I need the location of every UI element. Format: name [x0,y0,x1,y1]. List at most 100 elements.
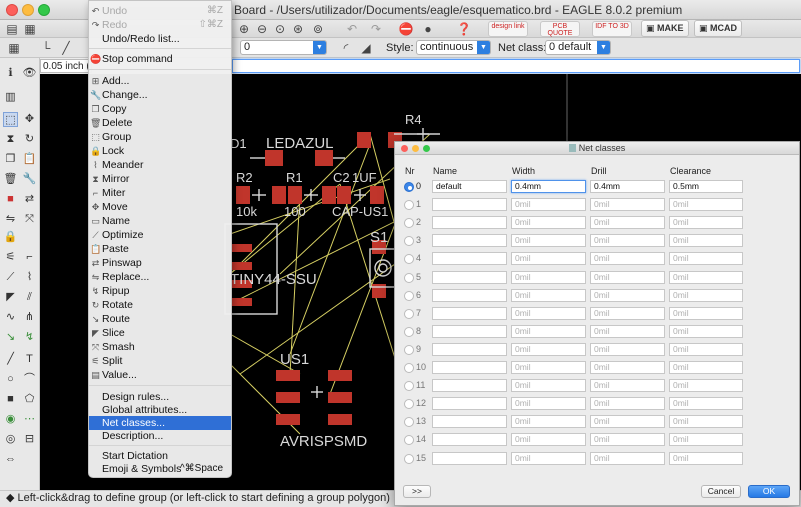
net-class-name-input[interactable] [432,433,507,447]
net-class-width-input[interactable]: 0mil [511,252,586,266]
net-class-clearance-input[interactable]: 0mil [669,397,743,411]
design-link-badge[interactable]: design link [488,21,528,37]
net-class-radio[interactable] [404,218,414,229]
net-class-name-input[interactable] [432,361,507,374]
meander-tool-icon[interactable]: ⌇ [22,270,37,285]
zoom-window-button[interactable] [38,4,50,16]
route-multi-tool-icon[interactable]: ⫽ [22,290,37,305]
menu-item-redo[interactable]: ↷ Redo ⇧⌘Z [89,18,231,32]
menu-item-rotate[interactable]: ↻ Rotate [89,298,231,312]
paste-tool-icon[interactable]: 📋 [22,152,37,167]
net-class-radio[interactable] [404,272,414,283]
zoom-in-icon[interactable]: ⊕ [236,21,252,37]
signal-tool-icon[interactable]: ⋯ [22,412,37,427]
info-icon[interactable]: ℹ [3,66,18,81]
net-class-width-input[interactable]: 0mil [511,288,586,302]
menu-item-undo-redo-list[interactable]: Undo/Redo list... [89,32,231,46]
net-class-clearance-input[interactable]: 0mil [669,270,743,284]
fanout-tool-icon[interactable]: ⋔ [22,310,37,325]
menu-item-add[interactable]: ⊞ Add... [89,74,231,88]
dialog-minimize-button[interactable] [412,145,419,152]
command-input[interactable] [232,59,800,73]
menu-item-delete[interactable]: 🗑 Delete [89,116,231,130]
net-class-clearance-input[interactable]: 0mil [669,288,743,302]
show-icon[interactable]: 👁 [22,66,37,81]
net-class-clearance-input[interactable]: 0mil [669,451,743,465]
text-tool-icon[interactable]: T [22,352,37,367]
dialog-zoom-button[interactable] [423,145,430,152]
redo-toolbar-icon[interactable]: ↷ [368,21,384,37]
ripup-tool-icon[interactable]: ↯ [22,330,37,345]
net-class-drill-input[interactable]: 0mil [590,306,665,320]
menu-item-optimize[interactable]: ⟋ Optimize [89,228,231,242]
replace-tool-icon[interactable]: ⇋ [3,212,18,227]
menu-item-group[interactable]: ⬚ Group [89,130,231,144]
zoom-select-icon[interactable]: ⊚ [310,21,326,37]
net-class-clearance-input[interactable]: 0.5mm [669,180,743,193]
net-class-width-input[interactable]: 0mil [511,270,586,284]
net-class-clearance-input[interactable]: 0mil [669,198,743,212]
net-class-clearance-input[interactable]: 0mil [669,324,743,338]
net-class-clearance-input[interactable]: 0mil [669,216,743,230]
zoom-fit-icon[interactable]: ⊙ [272,21,288,37]
net-class-drill-input[interactable]: 0mil [590,216,665,230]
menu-item-global-attributes[interactable]: Global attributes... [89,403,231,417]
net-class-name-input[interactable] [432,397,507,411]
net-class-name-input[interactable] [432,342,507,356]
net-class-drill-input[interactable]: 0mil [590,198,665,212]
net-class-name-input[interactable] [432,306,507,320]
flat-cap-icon[interactable]: ◢ [358,40,374,56]
rect-tool-icon[interactable]: ■ [3,392,18,407]
lock-tool-icon[interactable]: 🔒 [3,230,18,245]
ok-button[interactable]: OK [748,485,790,498]
net-class-radio[interactable] [404,453,414,464]
width-select[interactable]: 0 ▼ [240,40,327,55]
mirror-tool-icon[interactable]: ⧗ [3,132,18,147]
circle-tool-icon[interactable]: ○ [3,372,18,387]
menu-item-change[interactable]: 🔧 Change... [89,88,231,102]
net-class-width-input[interactable]: 0mil [511,234,586,248]
menu-item-net-classes[interactable]: Net classes... [89,416,231,430]
net-class-width-input[interactable]: 0mil [511,324,586,338]
net-class-name-input[interactable] [432,234,507,248]
minimize-window-button[interactable] [22,4,34,16]
wire-bend-icon[interactable]: └ [38,40,54,56]
mcad-button[interactable]: ▣ MCAD [694,20,743,37]
display-icon[interactable]: ▥ [3,90,18,105]
net-class-select[interactable]: 0 default ▼ [545,40,611,55]
menu-item-smash[interactable]: ⤧ Smash [89,340,231,354]
net-class-drill-input[interactable]: 0mil [590,451,665,465]
net-class-radio[interactable] [404,344,414,355]
net-class-name-input[interactable] [432,270,507,284]
net-class-drill-input[interactable]: 0mil [590,324,665,338]
help-icon[interactable]: ❓ [456,21,472,37]
wire-tool-icon[interactable]: ╱ [3,352,18,367]
add-tool-icon[interactable]: ■ [3,192,18,207]
save-icon[interactable]: ▦ [22,21,38,37]
undo-toolbar-icon[interactable]: ↶ [344,21,360,37]
net-class-drill-input[interactable]: 0mil [590,342,665,356]
net-class-clearance-input[interactable]: 0mil [669,234,743,248]
menu-item-pinswap[interactable]: ⇄ Pinswap [89,256,231,270]
net-class-width-input[interactable]: 0mil [511,415,586,429]
copy-tool-icon[interactable]: ❐ [3,152,18,167]
move-tool-icon[interactable]: ✥ [22,112,37,127]
menu-item-replace[interactable]: ⇋ Replace... [89,270,231,284]
dimension-tool-icon[interactable]: ⇔ [3,452,18,467]
net-class-name-input[interactable] [432,216,507,230]
net-class-drill-input[interactable]: 0mil [590,270,665,284]
net-class-width-input[interactable]: 0mil [511,342,586,356]
menu-item-copy[interactable]: ❐ Copy [89,102,231,116]
net-class-name-input[interactable] [432,415,507,429]
net-class-clearance-input[interactable]: 0mil [669,306,743,320]
net-class-width-input[interactable]: 0.4mm [511,180,586,193]
net-class-name-input[interactable] [432,379,507,393]
net-class-name-input[interactable]: default [432,180,507,193]
slice-tool-icon[interactable]: ◤ [3,290,18,305]
smash-tool-icon[interactable]: ⤧ [22,212,37,227]
pcb-quote-badge[interactable]: PCB QUOTE [540,21,580,37]
zoom-area-icon[interactable]: ⊛ [290,21,306,37]
menu-item-split[interactable]: ⚟ Split [89,354,231,368]
net-class-radio[interactable] [404,417,414,428]
grid-icon[interactable]: ▦ [6,40,22,56]
